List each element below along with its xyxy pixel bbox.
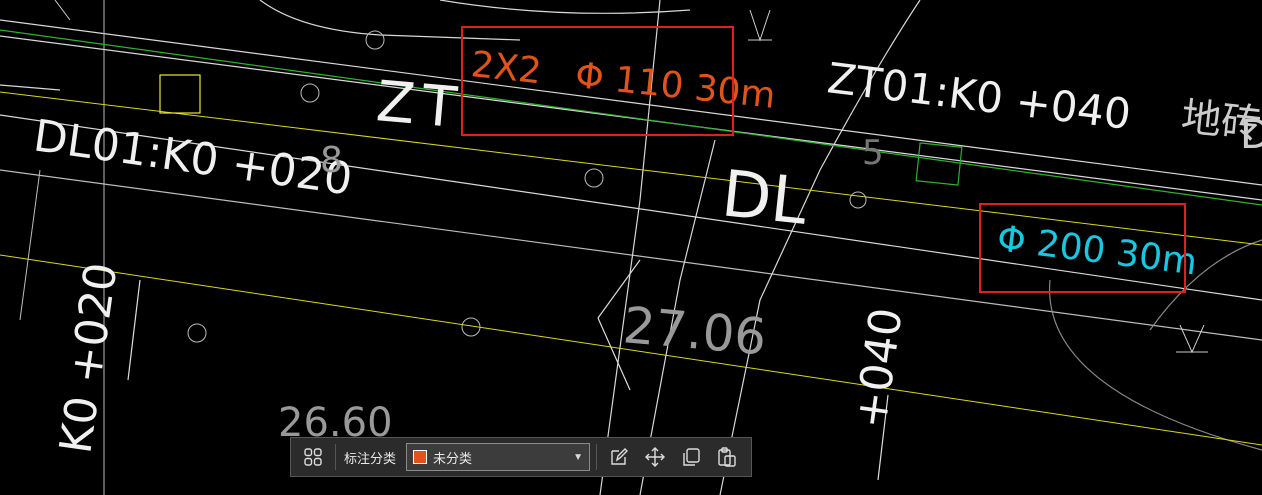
category-value: 未分类 xyxy=(433,451,473,467)
zt-code-label[interactable]: ZT xyxy=(374,69,460,141)
boundary-line xyxy=(19,169,41,321)
edit-icon[interactable] xyxy=(603,442,635,472)
move-icon[interactable] xyxy=(639,442,671,472)
elevation-label[interactable]: 27.06 xyxy=(621,296,769,366)
toolbar-divider xyxy=(335,444,336,470)
dl-station-label[interactable]: DL01:K0 +020 xyxy=(30,110,355,205)
category-dropdown[interactable]: 未分类 ▼ xyxy=(406,443,591,471)
dl-code-label[interactable]: DL xyxy=(718,157,811,240)
chevron-down-icon: ▼ xyxy=(573,451,584,463)
highlight-box-pipe-spec-1 xyxy=(461,26,734,136)
category-color-swatch xyxy=(413,450,428,464)
highlight-box-pipe-spec-2 xyxy=(979,203,1186,293)
elevation-label[interactable]: 5 xyxy=(862,133,884,173)
paste-icon[interactable] xyxy=(711,442,743,472)
chainage-label-right[interactable]: +040 xyxy=(845,305,912,432)
annotation-toolbar: 标注分类 未分类 ▼ xyxy=(290,437,752,477)
toolbar-divider xyxy=(596,444,598,470)
elevation-label[interactable]: 8 xyxy=(320,140,343,181)
copy-icon[interactable] xyxy=(675,442,707,472)
edge-letter-label: D xyxy=(1240,112,1262,158)
grid-icon[interactable] xyxy=(297,442,329,472)
zt-station-label[interactable]: ZT01:K0 +040 xyxy=(825,53,1134,139)
manhole-square[interactable] xyxy=(915,142,963,186)
manhole-square[interactable] xyxy=(159,74,201,114)
category-label: 标注分类 xyxy=(344,451,397,467)
chainage-label-left[interactable]: K0 +020 xyxy=(50,260,127,457)
